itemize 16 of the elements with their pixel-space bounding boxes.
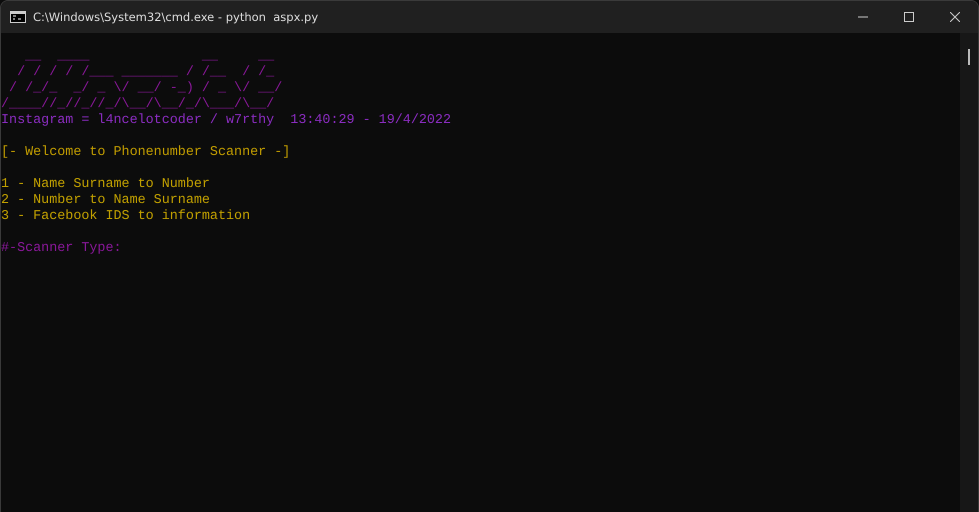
- menu-option: 1 - Name Surname to Number: [1, 177, 210, 193]
- ascii-art-line: __ ____ __ __: [24, 49, 274, 65]
- console-icon: [10, 11, 26, 23]
- ascii-art-line: / / / / /___ _______ / /__ / /_: [16, 65, 274, 81]
- close-icon: [950, 12, 960, 22]
- welcome-heading: [- Welcome to Phonenumber Scanner -]: [1, 145, 290, 161]
- scrollbar-thumb[interactable]: [968, 49, 970, 65]
- menu-option: 2 - Number to Name Surname: [1, 193, 210, 209]
- ascii-art-line: / /_/_ _/ _ \/ __/ -_) / _ \/ __/: [8, 81, 282, 97]
- scrollbar[interactable]: [960, 33, 978, 512]
- window-title: C:\Windows\System32\cmd.exe - python aspx.py: [33, 10, 320, 24]
- ascii-art-line: /____//_//_//_/\__/\__/_/\___/\__/: [1, 97, 274, 113]
- input-prompt[interactable]: #-Scanner Type:: [1, 241, 122, 257]
- credits-line: Instagram = l4ncelotcoder / w7rthy 13:40:29 - 19/4/2022: [1, 113, 451, 129]
- menu-option: 3 - Facebook IDS to information: [1, 209, 250, 225]
- maximize-icon: [904, 12, 914, 22]
